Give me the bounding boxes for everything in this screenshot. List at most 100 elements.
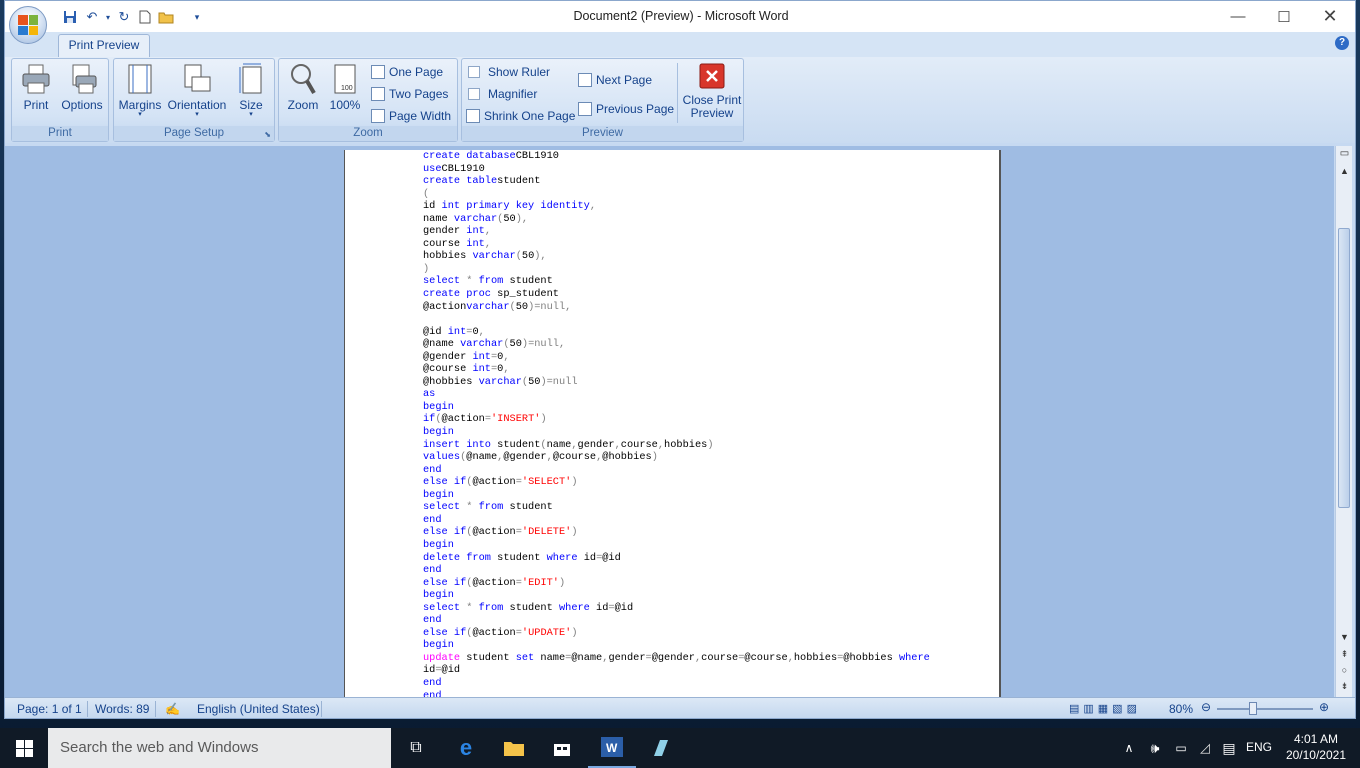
code-line: @id int=0, <box>423 326 930 339</box>
show-hidden-icons-icon[interactable]: ∧ <box>1116 728 1142 768</box>
one-page-button[interactable]: One Page <box>371 63 443 81</box>
zoom-in-icon[interactable]: ⊕ <box>1319 700 1329 714</box>
page-setup-dialog-launcher-icon[interactable]: ⬊ <box>264 130 271 139</box>
task-view-icon[interactable]: ⧉ <box>392 728 440 768</box>
word-count[interactable]: Words: 89 <box>95 702 149 716</box>
next-page-arrow-icon[interactable]: ⇟ <box>1336 681 1353 692</box>
code-token: end <box>423 513 442 526</box>
shrink-one-page-icon <box>466 109 480 123</box>
code-line: end <box>423 690 930 697</box>
zoom-slider-track[interactable] <box>1217 708 1313 710</box>
office-button[interactable] <box>9 6 47 44</box>
code-token: @action <box>423 300 467 313</box>
code-line: create databaseCBL1910 <box>423 150 930 163</box>
scroll-thumb[interactable] <box>1338 228 1350 508</box>
code-token: student <box>490 551 547 564</box>
view-buttons-icon[interactable]: ▤▥▦▧▨ <box>1069 702 1141 715</box>
print-button[interactable]: Print <box>18 63 54 112</box>
scroll-up-arrow-icon[interactable]: ▲ <box>1336 166 1353 176</box>
size-button[interactable]: Size ▾ <box>234 63 268 118</box>
code-line: end <box>423 514 930 527</box>
zoom-100-button[interactable]: 100 100% <box>327 63 363 112</box>
zoom-button[interactable]: Zoom <box>283 63 323 112</box>
code-token: end <box>423 676 442 689</box>
code-token: student <box>503 275 553 288</box>
margins-icon <box>125 63 155 95</box>
code-line: else if(@action='UPDATE') <box>423 627 930 640</box>
code-line: end <box>423 677 930 690</box>
clock[interactable]: 4:01 AM 20/10/2021 <box>1286 731 1346 763</box>
ruler-toggle-icon[interactable]: ▭ <box>1336 148 1353 159</box>
preview-divider <box>677 63 678 123</box>
store-icon[interactable] <box>538 728 586 768</box>
margins-button[interactable]: Margins ▾ <box>118 63 162 118</box>
code-token: where <box>546 551 578 564</box>
code-token: update <box>423 651 461 664</box>
code-line: as <box>423 388 930 401</box>
close-red-x-icon <box>699 63 725 89</box>
shrink-one-page-button[interactable]: Shrink One Page <box>466 107 575 125</box>
scroll-down-arrow-icon[interactable]: ▼ <box>1336 632 1353 642</box>
notifications-icon[interactable]: ▤ <box>1216 728 1242 768</box>
code-line: ( <box>423 188 930 201</box>
network-icon[interactable]: ◿ <box>1192 728 1218 768</box>
code-token: @gender <box>423 350 473 363</box>
code-token: create table <box>423 175 498 188</box>
code-line: @name varchar(50)=null, <box>423 338 930 351</box>
code-line: useCBL1910 <box>423 163 930 176</box>
vertical-scrollbar[interactable]: ▭ ▲ ▼ ⇞ ○ ⇟ <box>1335 146 1352 697</box>
battery-icon[interactable]: ▭ <box>1168 728 1194 768</box>
code-line: ) <box>423 263 930 276</box>
code-token: @gender <box>651 651 695 664</box>
print-options-button[interactable]: Options <box>58 63 106 112</box>
code-token: begin <box>423 400 454 413</box>
close-print-preview-button[interactable]: Close Print Preview <box>682 63 742 120</box>
code-token: ) <box>707 438 714 451</box>
code-token: student <box>490 438 541 451</box>
volume-icon[interactable]: 🕪 <box>1142 728 1168 768</box>
page-count[interactable]: Page: 1 of 1 <box>17 702 82 716</box>
code-token: ) <box>423 262 430 275</box>
app-taskbar-icon[interactable] <box>636 728 684 768</box>
magnifier-checkbox[interactable]: Magnifier <box>468 85 537 103</box>
input-language[interactable]: ENG <box>1246 740 1272 754</box>
code-token: int <box>472 363 491 376</box>
file-explorer-icon[interactable] <box>490 728 538 768</box>
code-token: 50 <box>509 338 522 351</box>
taskbar-search-box[interactable]: Search the web and Windows <box>48 728 391 768</box>
orientation-button[interactable]: Orientation ▾ <box>166 63 228 118</box>
proofing-icon[interactable]: ✍ <box>165 702 180 716</box>
code-token: gender <box>608 651 646 664</box>
maximize-button[interactable]: ☐ <box>1261 1 1307 32</box>
code-token: id <box>589 601 609 614</box>
code-token: * <box>460 275 479 288</box>
zoom-out-icon[interactable]: ⊖ <box>1201 700 1211 714</box>
language[interactable]: English (United States) <box>197 702 320 716</box>
previous-page-button[interactable]: Previous Page <box>578 100 674 118</box>
select-browse-object-icon[interactable]: ○ <box>1336 665 1353 675</box>
edge-icon[interactable]: e <box>442 728 490 768</box>
word-taskbar-icon[interactable]: W <box>588 728 636 768</box>
code-token: student <box>497 175 541 188</box>
previous-page-arrow-icon[interactable]: ⇞ <box>1336 649 1353 660</box>
next-page-button[interactable]: Next Page <box>578 71 652 89</box>
code-token: gender <box>423 225 467 238</box>
code-token: course <box>620 438 658 451</box>
help-icon[interactable]: ? <box>1335 36 1349 50</box>
code-token: sp_student <box>490 288 559 301</box>
zoom-level[interactable]: 80% <box>1169 702 1193 716</box>
code-line: id=@id <box>423 664 930 677</box>
minimize-button[interactable]: — <box>1215 1 1261 32</box>
zoom-slider-thumb[interactable] <box>1249 702 1257 715</box>
code-line: begin <box>423 639 930 652</box>
show-ruler-checkbox[interactable]: Show Ruler <box>468 63 550 81</box>
windows-start-icon[interactable] <box>0 728 48 768</box>
tab-print-preview[interactable]: Print Preview <box>58 34 150 57</box>
code-token: from <box>478 601 504 614</box>
document-page[interactable]: create databaseCBL1910 useCBL1910 create t… <box>344 150 1001 697</box>
code-token: @hobbies <box>602 451 652 464</box>
page-width-button[interactable]: Page Width <box>371 107 451 125</box>
close-window-button[interactable]: ✕ <box>1307 1 1353 32</box>
code-token: 50 <box>528 375 541 388</box>
two-pages-button[interactable]: Two Pages <box>371 85 448 103</box>
